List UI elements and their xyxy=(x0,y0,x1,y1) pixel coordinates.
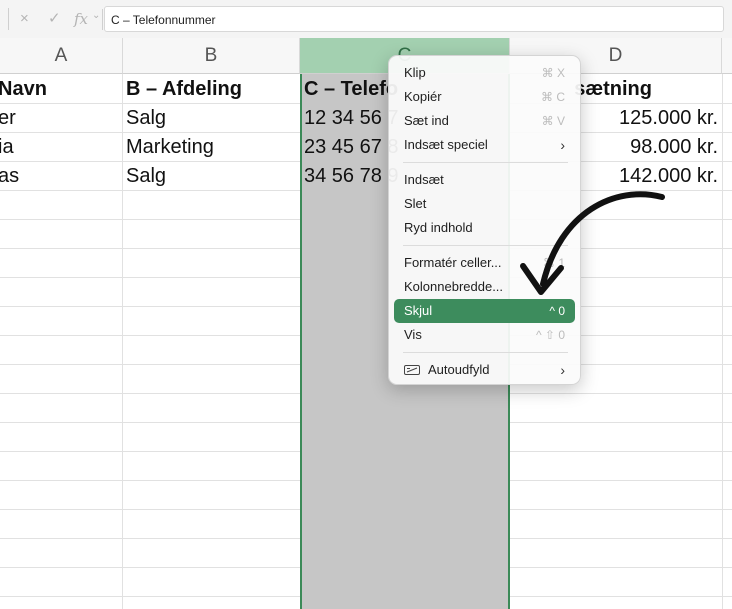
autofill-icon xyxy=(404,365,420,375)
menu-item-label: Autoudfyld xyxy=(428,362,490,377)
cell-b2[interactable]: Salg xyxy=(126,104,296,133)
cell-b4[interactable]: Salg xyxy=(126,162,296,191)
column-header-e[interactable] xyxy=(722,38,732,74)
menu-item-label: Slet xyxy=(404,196,427,211)
menu-item-format-cells[interactable]: Formatér celler... ⌘ 1 xyxy=(394,251,575,275)
menu-item-paste[interactable]: Sæt ind ⌘ V xyxy=(394,109,575,133)
menu-item-label: Vis xyxy=(404,327,422,342)
cell-b1[interactable]: B – Afdeling xyxy=(126,75,296,104)
menu-item-label: Skjul xyxy=(404,303,433,318)
menu-item-cut[interactable]: Klip ⌘ X xyxy=(394,61,575,85)
cell-b3[interactable]: Marketing xyxy=(126,133,296,162)
chevron-right-icon: › xyxy=(560,362,565,378)
spreadsheet-grid[interactable]: Navn B – Afdeling C – Telefo sætning er … xyxy=(0,74,732,609)
menu-item-shortcut: ^ 0 xyxy=(549,304,565,318)
menu-item-shortcut: ⌘ C xyxy=(541,90,565,104)
menu-item-shortcut: ^ ⇧ 0 xyxy=(535,328,565,342)
cell-a2[interactable]: er xyxy=(0,104,118,133)
menu-item-unhide[interactable]: Vis ^ ⇧ 0 xyxy=(394,323,575,347)
cell-a4[interactable]: as xyxy=(0,162,118,191)
formula-bar-divider xyxy=(102,9,103,30)
menu-item-label: Kolonnebredde... xyxy=(404,279,504,294)
menu-item-shortcut: ⌘ V xyxy=(541,114,565,128)
function-icon[interactable]: fx xyxy=(74,10,88,28)
menu-separator xyxy=(403,245,568,246)
chevron-down-icon[interactable]: ⌄ xyxy=(92,10,100,21)
menu-item-label: Sæt ind xyxy=(404,113,449,128)
menu-item-label: Indsæt speciel xyxy=(404,137,488,152)
menu-item-label: Klip xyxy=(404,65,426,80)
menu-item-label: Indsæt xyxy=(404,172,444,187)
menu-item-shortcut: ⌘ X xyxy=(541,66,565,80)
menu-item-label: Ryd indhold xyxy=(404,220,473,235)
column-line xyxy=(722,74,723,609)
menu-item-insert[interactable]: Indsæt xyxy=(394,168,575,192)
menu-item-label: Formatér celler... xyxy=(404,255,502,270)
menu-item-label: Kopiér xyxy=(404,89,442,104)
menu-item-shortcut: ⌘ 1 xyxy=(542,256,565,270)
menu-separator xyxy=(403,162,568,163)
column-header-a[interactable]: A xyxy=(0,38,123,74)
formula-bar: × ✓ fx ⌄ C – Telefonnummer xyxy=(0,0,732,39)
context-menu: Klip ⌘ X Kopiér ⌘ C Sæt ind ⌘ V Indsæt s… xyxy=(388,55,581,385)
menu-item-paste-special[interactable]: Indsæt speciel › xyxy=(394,133,575,157)
menu-item-clear-contents[interactable]: Ryd indhold xyxy=(394,216,575,240)
formula-input[interactable]: C – Telefonnummer xyxy=(104,6,724,32)
checkmark-icon[interactable]: ✓ xyxy=(48,10,61,28)
column-line xyxy=(122,74,123,609)
close-icon[interactable]: × xyxy=(20,10,29,28)
chevron-right-icon: › xyxy=(560,137,565,153)
menu-item-delete[interactable]: Slet xyxy=(394,192,575,216)
column-header-b[interactable]: B xyxy=(123,38,300,74)
cell-a3[interactable]: ia xyxy=(0,133,118,162)
menu-item-hide[interactable]: Skjul ^ 0 xyxy=(394,299,575,323)
menu-separator xyxy=(403,352,568,353)
menu-item-autofill[interactable]: Autoudfyld › xyxy=(394,358,575,382)
menu-item-copy[interactable]: Kopiér ⌘ C xyxy=(394,85,575,109)
menu-item-column-width[interactable]: Kolonnebredde... xyxy=(394,275,575,299)
name-box-edge[interactable] xyxy=(0,8,9,30)
cell-a1[interactable]: Navn xyxy=(0,75,118,104)
